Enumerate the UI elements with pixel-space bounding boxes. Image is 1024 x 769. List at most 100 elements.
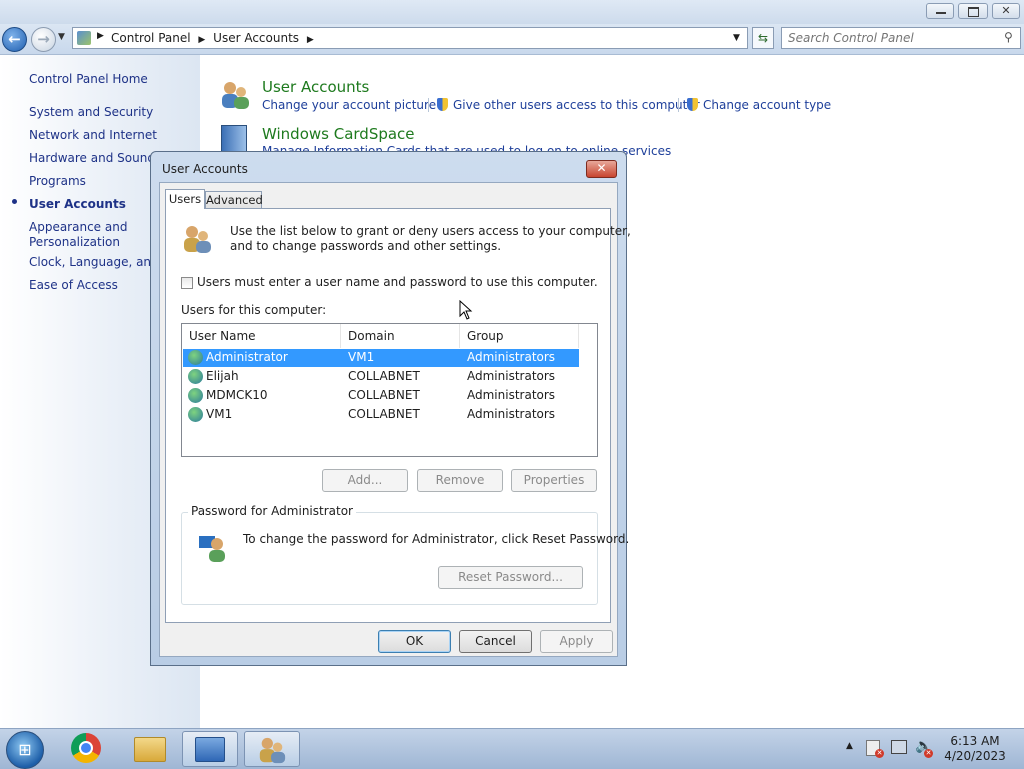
network-icon[interactable] xyxy=(891,740,907,754)
chrome-center-icon xyxy=(79,741,93,755)
minimize-icon xyxy=(936,12,946,14)
group-cell: Administrators xyxy=(467,407,556,421)
sidebar-item-hardware-and-sound[interactable]: Hardware and Sound xyxy=(29,151,155,165)
control-panel-home-link[interactable]: Control Panel Home xyxy=(29,72,148,86)
breadcrumb-chevron-icon[interactable]: ▶ xyxy=(198,35,205,45)
domain-cell: VM1 xyxy=(348,350,375,364)
group-cell: Administrators xyxy=(467,369,556,383)
sidebar-item-programs[interactable]: Programs xyxy=(29,174,86,188)
search-input[interactable] xyxy=(788,30,988,46)
refresh-icon: ⇆ xyxy=(757,31,769,45)
refresh-button[interactable]: ⇆ xyxy=(752,27,774,49)
users-list[interactable]: User Name Domain Group Administrator VM1… xyxy=(181,323,598,457)
taskbar: ⊞ ▲ ✕ 🔈 ✕ 6:13 AM 4/20/2023 xyxy=(0,728,1024,769)
clock-time: 6:13 AM xyxy=(950,734,1000,748)
sidebar-item-ease-of-access[interactable]: Ease of Access xyxy=(29,278,118,292)
cardspace-icon xyxy=(221,125,247,153)
cardspace-category-title[interactable]: Windows CardSpace xyxy=(262,125,415,143)
sidebar-item-network-and-internet[interactable]: Network and Internet xyxy=(29,128,157,142)
column-header-user-name[interactable]: User Name xyxy=(182,324,341,348)
taskbar-chrome[interactable] xyxy=(58,731,114,767)
restore-button[interactable] xyxy=(958,3,988,19)
breadcrumb-chevron-icon[interactable]: ▶ xyxy=(307,35,314,45)
group-cell: Administrators xyxy=(467,350,556,364)
breadcrumb: Control Panel ▶ User Accounts ▶ xyxy=(111,31,318,45)
tab-users[interactable]: Users xyxy=(165,189,205,209)
reset-password-button[interactable]: Reset Password... xyxy=(438,566,583,589)
users-for-computer-label: Users for this computer: xyxy=(181,303,327,317)
users-tab-panel: Use the list below to grant or deny user… xyxy=(165,208,631,623)
sidebar-item-user-accounts[interactable]: User Accounts xyxy=(29,197,126,211)
volume-muted-icon: ✕ xyxy=(924,749,933,758)
start-button[interactable]: ⊞ xyxy=(6,731,44,769)
system-clock[interactable]: 6:13 AM 4/20/2023 xyxy=(940,734,1010,764)
forward-button[interactable]: → xyxy=(31,27,56,52)
require-login-checkbox[interactable] xyxy=(181,277,193,289)
domain-cell: COLLABNET xyxy=(348,407,420,421)
add-user-button[interactable]: Add... xyxy=(322,469,408,492)
recent-pages-dropdown-icon[interactable]: ▼ xyxy=(58,32,65,42)
breadcrumb-user-accounts[interactable]: User Accounts xyxy=(213,31,299,45)
back-button[interactable]: ← xyxy=(2,27,27,52)
password-group: Password for Administrator To change the… xyxy=(181,504,629,605)
user-icon xyxy=(188,350,203,365)
taskbar-user-accounts[interactable] xyxy=(244,731,300,767)
back-arrow-icon: ← xyxy=(8,30,21,48)
user-name-cell: Elijah xyxy=(206,369,239,383)
users-icon xyxy=(181,223,213,255)
sidebar-item-appearance-and-personalization[interactable]: Appearance and Personalization xyxy=(29,220,127,250)
sidebar-item-system-and-security[interactable]: System and Security xyxy=(29,105,153,119)
cancel-button[interactable]: Cancel xyxy=(459,630,532,653)
change-account-type-label: Change account type xyxy=(703,98,832,112)
clock-date: 4/20/2023 xyxy=(944,749,1006,763)
breadcrumb-chevron-icon[interactable]: ▶ xyxy=(97,31,104,41)
tab-advanced[interactable]: Advanced xyxy=(205,191,263,209)
domain-cell: COLLABNET xyxy=(348,388,420,402)
dialog-title: User Accounts xyxy=(162,162,248,176)
remove-user-button[interactable]: Remove xyxy=(417,469,503,492)
taskbar-control-panel[interactable] xyxy=(182,731,238,767)
address-dropdown-icon[interactable]: ▼ xyxy=(733,33,740,43)
domain-cell: COLLABNET xyxy=(348,369,420,383)
selected-bullet-icon xyxy=(12,199,17,204)
address-bar[interactable]: ▶ Control Panel ▶ User Accounts ▶ ▼ xyxy=(72,27,748,49)
password-instructions: To change the password for Administrator… xyxy=(243,532,630,546)
show-hidden-icons-icon[interactable]: ▲ xyxy=(846,741,853,751)
intro-text: Use the list below to grant or deny user… xyxy=(230,224,631,253)
minimize-button[interactable] xyxy=(926,3,954,19)
user-name-cell: MDMCK10 xyxy=(206,388,268,402)
give-other-users-access-label: Give other users access to this computer xyxy=(453,98,700,112)
search-icon[interactable]: ⚲ xyxy=(1004,30,1013,44)
table-row[interactable]: VM1 COLLABNET Administrators xyxy=(183,406,579,424)
give-other-users-access-link[interactable]: Give other users access to this computer xyxy=(437,98,700,112)
change-account-type-link[interactable]: Change account type xyxy=(687,98,831,112)
user-accounts-category-title[interactable]: User Accounts xyxy=(262,78,369,96)
column-header-group[interactable]: Group xyxy=(460,324,579,348)
taskbar-file-explorer[interactable] xyxy=(122,731,178,767)
ok-button[interactable]: OK xyxy=(378,630,451,653)
properties-button[interactable]: Properties xyxy=(511,469,597,492)
table-row[interactable]: MDMCK10 COLLABNET Administrators xyxy=(183,387,579,405)
table-row[interactable]: Elijah COLLABNET Administrators xyxy=(183,368,579,386)
control-panel-icon xyxy=(77,31,91,45)
folder-icon xyxy=(134,737,166,762)
apply-button[interactable]: Apply xyxy=(540,630,613,653)
window-titlebar: ✕ xyxy=(0,0,1024,24)
search-box[interactable]: ⚲ xyxy=(781,27,1021,49)
change-account-picture-link[interactable]: Change your account picture xyxy=(262,98,436,112)
user-name-cell: Administrator xyxy=(206,350,288,364)
forward-arrow-icon: → xyxy=(37,30,50,48)
table-row[interactable]: Administrator VM1 Administrators xyxy=(183,349,579,367)
user-name-cell: VM1 xyxy=(206,407,233,421)
dialog-close-button[interactable]: ✕ xyxy=(586,160,617,178)
close-icon: ✕ xyxy=(1001,4,1011,17)
window-close-button[interactable]: ✕ xyxy=(992,3,1020,19)
user-accounts-dialog: User Accounts ✕ Users Advanced Use the l… xyxy=(150,151,631,666)
column-header-domain[interactable]: Domain xyxy=(341,324,460,348)
uac-shield-icon xyxy=(687,98,698,111)
user-password-icon xyxy=(197,532,229,564)
breadcrumb-control-panel[interactable]: Control Panel xyxy=(111,31,191,45)
user-icon xyxy=(188,407,203,422)
require-login-label[interactable]: Users must enter a user name and passwor… xyxy=(197,275,598,289)
user-icon xyxy=(188,369,203,384)
